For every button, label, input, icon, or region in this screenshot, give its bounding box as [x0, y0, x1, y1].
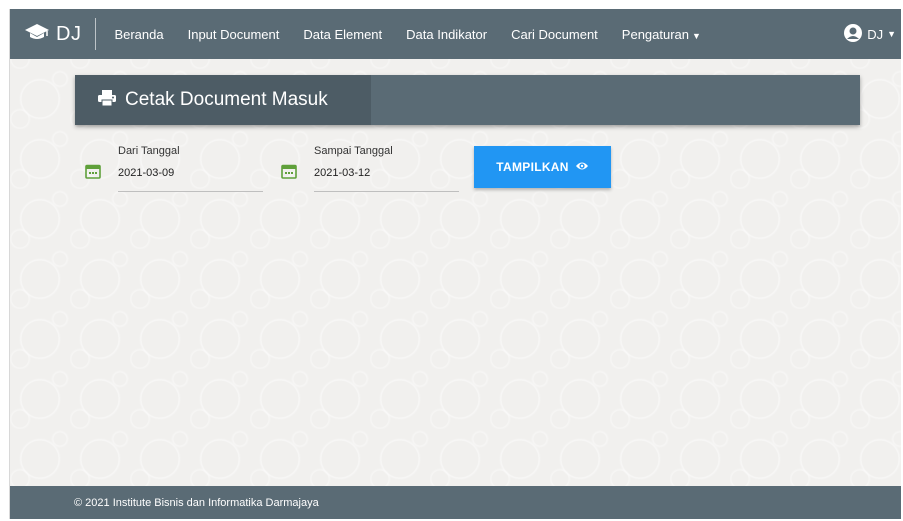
show-button[interactable]: TAMPILKAN: [474, 146, 611, 188]
caret-down-icon: ▼: [887, 29, 896, 39]
nav-item-cari-document[interactable]: Cari Document: [499, 27, 610, 42]
page-title: Cetak Document Masuk: [125, 89, 328, 110]
nav-item-pengaturan-label: Pengaturan: [621, 26, 690, 42]
footer-copyright: © 2021 Institute Bisnis dan Informatika …: [74, 496, 319, 509]
caret-down-icon: ▼: [692, 30, 701, 41]
from-date-label: Dari Tanggal: [118, 145, 180, 157]
show-button-label: TAMPILKAN: [496, 160, 569, 174]
to-date-label: Sampai Tanggal: [314, 145, 393, 157]
user-menu[interactable]: DJ ▼: [843, 9, 896, 59]
app-window: DJ Beranda Input Document Data Element D…: [9, 9, 901, 519]
to-date-input[interactable]: 2021-03-12: [314, 167, 370, 179]
nav-item-data-indikator[interactable]: Data Indikator: [394, 27, 499, 42]
user-circle-icon: [843, 23, 863, 46]
from-date-input[interactable]: 2021-03-09: [118, 167, 174, 179]
nav-item-data-element[interactable]: Data Element: [291, 27, 394, 42]
nav-item-pengaturan[interactable]: Pengaturan ▼: [610, 27, 713, 42]
to-date-underline: [314, 191, 459, 192]
card-header: Cetak Document Masuk: [75, 75, 860, 125]
brand[interactable]: DJ: [10, 18, 97, 50]
printer-icon: [97, 89, 117, 112]
top-navbar: DJ Beranda Input Document Data Element D…: [10, 9, 901, 59]
nav-menu: Beranda Input Document Data Element Data…: [102, 27, 713, 42]
card-title-box: Cetak Document Masuk: [75, 75, 371, 125]
user-name: DJ: [867, 26, 884, 42]
nav-item-input-document[interactable]: Input Document: [176, 27, 292, 42]
graduation-cap-icon: [24, 22, 50, 47]
eye-icon: [575, 160, 589, 175]
calendar-icon: [281, 163, 297, 179]
nav-item-beranda[interactable]: Beranda: [102, 27, 175, 42]
calendar-icon: [85, 163, 101, 179]
footer: © 2021 Institute Bisnis dan Informatika …: [10, 486, 901, 519]
from-date-underline: [118, 191, 263, 192]
brand-name: DJ: [56, 22, 82, 45]
